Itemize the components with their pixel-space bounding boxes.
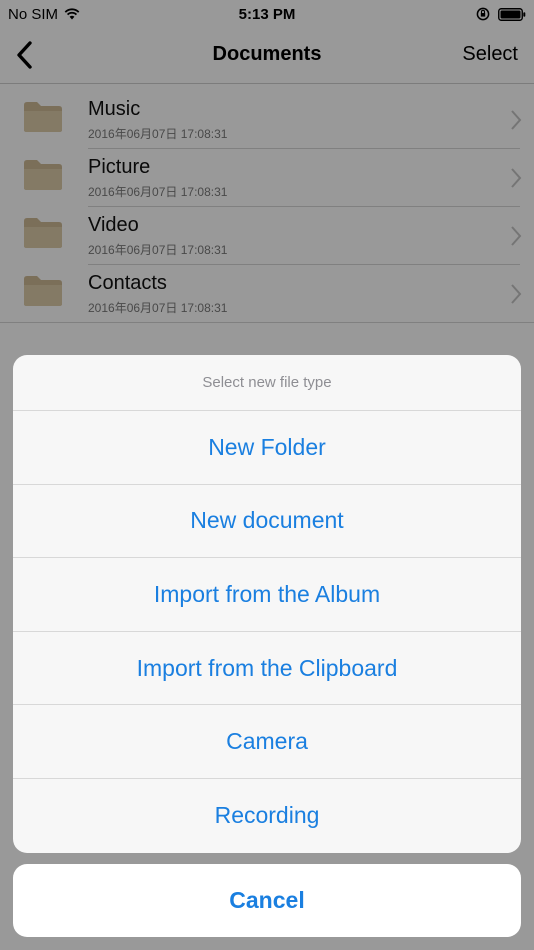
import-clipboard-button[interactable]: Import from the Clipboard xyxy=(13,632,521,706)
recording-button[interactable]: Recording xyxy=(13,779,521,853)
import-album-button[interactable]: Import from the Album xyxy=(13,558,521,632)
new-folder-button[interactable]: New Folder xyxy=(13,411,521,485)
camera-button[interactable]: Camera xyxy=(13,705,521,779)
new-document-button[interactable]: New document xyxy=(13,485,521,559)
action-sheet: Select new file type New Folder New docu… xyxy=(13,355,521,853)
action-sheet-title: Select new file type xyxy=(13,355,521,411)
cancel-button[interactable]: Cancel xyxy=(13,864,521,937)
